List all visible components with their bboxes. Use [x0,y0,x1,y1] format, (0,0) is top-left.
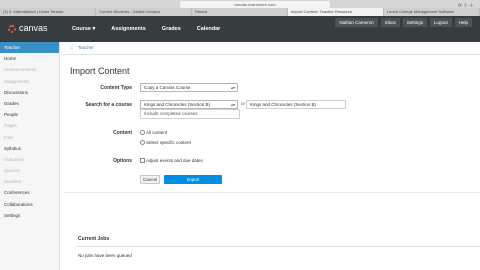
import-button[interactable]: Import [164,175,222,184]
search-course-label: Search for a course [85,102,132,108]
all-content-radio[interactable] [140,130,145,135]
sidebar-item-files[interactable]: Files [0,132,59,143]
browser-tab[interactable]: Piazza [192,8,288,16]
divider [76,246,480,247]
canvas-logo-icon[interactable] [8,25,16,33]
home-icon[interactable]: ⌂ [70,45,73,50]
sidebar-item-collaborations[interactable]: Collaborations [0,199,59,210]
adjust-dates-checkbox[interactable] [140,158,145,163]
divider [64,192,480,193]
inbox-link[interactable]: Inbox [380,18,400,27]
sidebar-item-quizzes[interactable]: Quizzes [0,165,59,176]
nav-grades[interactable]: Grades [162,26,181,32]
all-content-label[interactable]: All content [146,130,167,135]
chevron-down-icon: ▴▾ [230,85,235,90]
browser-tab[interactable]: Lenoir College Management Software [384,8,480,16]
sidebar-item-announcements[interactable]: Announcements [0,64,59,75]
top-nav: canvas Course ▾ Assignments Grades Calen… [0,16,480,42]
browser-tabs: (1) 2: International | Home Stream Curre… [0,8,480,16]
cancel-button[interactable]: Cancel [140,175,160,184]
sidebar-item-teacher[interactable]: Teacher [0,42,59,54]
content-type-value: Copy a Canvas Course [144,85,191,90]
sidebar-item-people[interactable]: People [0,109,59,120]
divider [64,54,480,55]
nav-menu: Course ▾ Assignments Grades Calendar [72,26,220,32]
address-bar[interactable]: canvas.instructure.com [180,1,330,8]
sidebar-item-syllabus[interactable]: Syllabus [0,143,59,154]
current-jobs-heading: Current Jobs [78,236,110,242]
nav-courses[interactable]: Course ▾ [72,26,95,32]
browser-chrome: canvas.instructure.com ⟳ ⇪ ＋ (1) 2: Inte… [0,0,480,16]
content-label: Content [113,130,132,136]
settings-link[interactable]: Settings [402,18,427,27]
chevron-down-icon: ▴▾ [230,102,235,107]
breadcrumb: ⌂ Teacher [70,45,94,50]
course-dropdown: Include completed courses [140,109,240,119]
sidebar-item-conferences[interactable]: Conferences [0,187,59,198]
adjust-dates-label[interactable]: Adjust events and due dates [146,158,203,163]
content-type-label: Content Type [100,85,132,91]
logout-link[interactable]: Logout [429,18,452,27]
options-label: Options [113,158,132,164]
or-text: or [241,101,246,106]
course-search-value: Kings and Chronicles (Section B) [144,102,211,107]
sidebar-item-discussions[interactable]: Discussions [0,87,59,98]
sidebar-item-settings[interactable]: Settings [0,210,59,221]
browser-tab-active[interactable]: Import Content: Teacher Resource [288,8,384,16]
course-search-input[interactable]: Kings and Chronicles (Section B) [246,100,346,109]
nav-calendar[interactable]: Calendar [197,26,221,32]
sidebar-item-assignments[interactable]: Assignments [0,76,59,87]
course-sidebar: Teacher Home Announcements Assignments D… [0,42,60,270]
page-title: Import Content [70,66,130,76]
canvas-logo-text[interactable]: canvas [19,23,48,33]
sidebar-item-pages[interactable]: Pages [0,120,59,131]
specific-content-radio[interactable] [140,140,145,145]
course-search-select[interactable]: Kings and Chronicles (Section B) ▴▾ [140,100,238,109]
sidebar-item-grades[interactable]: Grades [0,98,59,109]
jobs-empty-message: No jobs have been queued [78,253,132,258]
user-name-link[interactable]: Nathan Cameron [335,18,378,27]
content-type-select[interactable]: Copy a Canvas Course ▴▾ [140,83,238,92]
sidebar-item-modules[interactable]: Modules [0,176,59,187]
browser-tab[interactable]: Current Students - Global Campus [96,8,192,16]
browser-tab[interactable]: (1) 2: International | Home Stream [0,8,96,16]
breadcrumb-course[interactable]: Teacher [78,45,94,50]
sidebar-item-home[interactable]: Home [0,53,59,64]
include-completed-option[interactable]: Include completed courses [144,111,198,116]
help-link[interactable]: Help [454,18,472,27]
sidebar-item-outcomes[interactable]: Outcomes [0,154,59,165]
specific-content-label[interactable]: Select specific content [146,140,191,145]
nav-assignments[interactable]: Assignments [111,26,146,32]
user-links: Nathan Cameron Inbox Settings Logout Hel… [335,18,472,27]
